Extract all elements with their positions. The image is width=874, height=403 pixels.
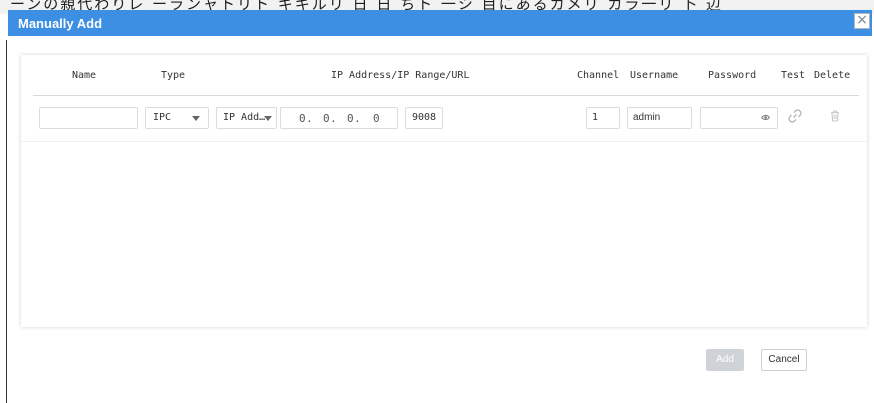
- link-icon[interactable]: [787, 108, 803, 124]
- address-mode-value: IP Add…: [223, 112, 266, 123]
- cancel-button[interactable]: Cancel: [761, 349, 807, 371]
- password-field[interactable]: [700, 107, 778, 129]
- device-table: Name Type IP Address/IP Range/URL Channe…: [21, 55, 867, 327]
- header-test: Test: [781, 70, 806, 81]
- header-channel: Channel: [577, 70, 620, 81]
- close-icon[interactable]: ×: [854, 13, 870, 29]
- ip-octet-3[interactable]: 0.: [347, 112, 361, 125]
- header-type: Type: [161, 70, 186, 81]
- dialog-title-bar: Manually Add ×: [8, 10, 872, 36]
- trash-icon[interactable]: [827, 108, 843, 124]
- ip-octet-2[interactable]: 0.: [323, 112, 337, 125]
- header-ip: IP Address/IP Range/URL: [331, 70, 470, 81]
- header-password: Password: [708, 70, 757, 81]
- chevron-down-icon: [264, 116, 272, 121]
- address-mode-select[interactable]: IP Add…: [216, 107, 277, 129]
- channel-field[interactable]: 1: [586, 107, 620, 129]
- name-field[interactable]: [39, 107, 138, 129]
- username-field[interactable]: admin: [627, 107, 692, 129]
- table-row: IPC IP Add… 0. 0. 0. 0 9008 1 admin: [21, 96, 867, 142]
- table-header: Name Type IP Address/IP Range/URL Channe…: [33, 55, 859, 96]
- header-delete: Delete: [814, 70, 851, 81]
- type-value: IPC: [153, 112, 172, 123]
- port-field[interactable]: 9008: [405, 107, 443, 129]
- add-button[interactable]: Add: [706, 349, 744, 371]
- dialog-title: Manually Add: [18, 16, 103, 31]
- ip-octet-4[interactable]: 0: [373, 112, 380, 125]
- header-username: Username: [630, 70, 679, 81]
- eye-icon[interactable]: [761, 113, 770, 122]
- ip-octet-1[interactable]: 0.: [299, 112, 313, 125]
- window-edge: [6, 40, 7, 403]
- ip-address-field[interactable]: 0. 0. 0. 0: [280, 107, 398, 129]
- chevron-down-icon: [192, 116, 200, 121]
- header-name: Name: [72, 70, 97, 81]
- type-select[interactable]: IPC: [145, 107, 209, 129]
